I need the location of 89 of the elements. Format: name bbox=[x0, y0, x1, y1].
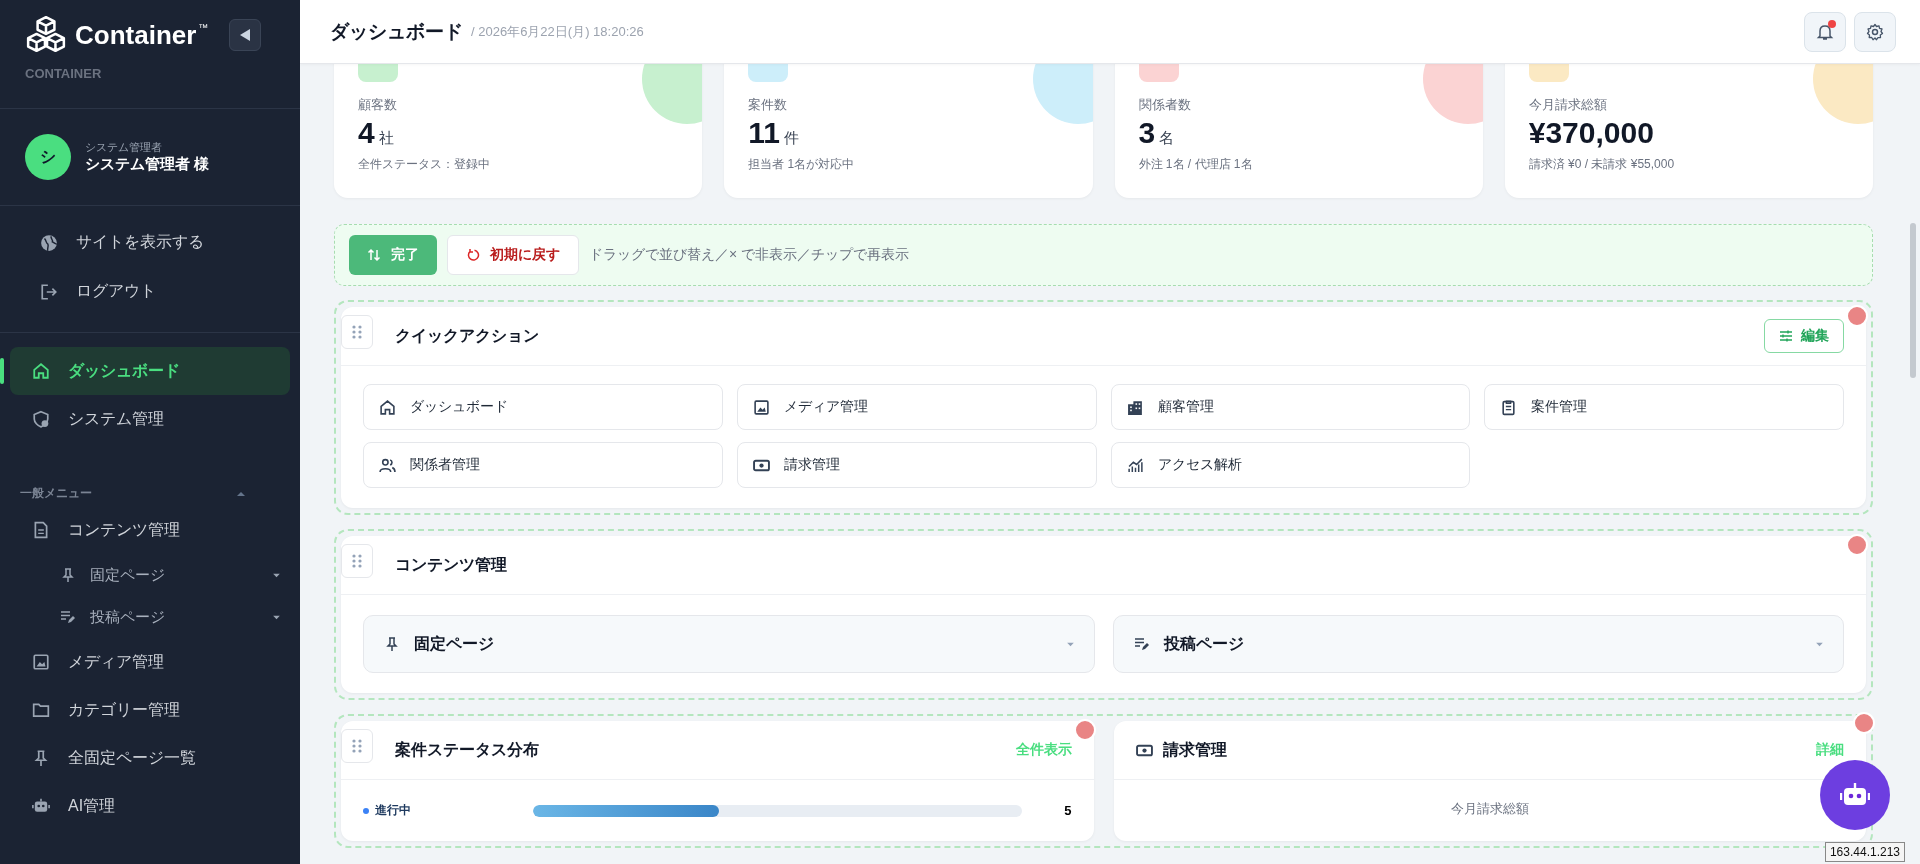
document-icon bbox=[32, 521, 50, 539]
quick-action-button[interactable]: ダッシュボード bbox=[363, 384, 723, 430]
remove-dot[interactable] bbox=[1846, 534, 1868, 556]
triangle-left-icon bbox=[239, 28, 251, 42]
shield-icon bbox=[32, 410, 50, 428]
globe-icon bbox=[40, 233, 58, 252]
chart-icon bbox=[1126, 456, 1144, 474]
card-title: クイックアクション bbox=[395, 325, 539, 346]
nav-item[interactable]: コンテンツ管理 bbox=[10, 506, 290, 554]
logout-icon bbox=[40, 282, 58, 301]
stat-value: ¥370,000 bbox=[1528, 116, 1654, 150]
list-pencil-icon bbox=[60, 609, 76, 625]
image-icon bbox=[752, 398, 770, 416]
remove-dot[interactable] bbox=[1846, 305, 1868, 327]
card-title: 請求管理 bbox=[1162, 739, 1227, 760]
nav-item[interactable]: AI管理 bbox=[10, 782, 290, 830]
quick-action-button[interactable]: 関係者管理 bbox=[363, 442, 723, 488]
status-pill: 進行中 bbox=[363, 802, 513, 819]
status-count: 5 bbox=[1063, 803, 1072, 818]
stat-label: 関係者数 bbox=[1138, 96, 1192, 114]
content-dropdown[interactable]: 投稿ページ bbox=[1112, 615, 1844, 673]
quick-action-button[interactable]: 案件管理 bbox=[1484, 384, 1844, 430]
image-icon bbox=[32, 653, 50, 671]
notification-button[interactable] bbox=[1804, 11, 1846, 52]
stat-value: 11 bbox=[748, 116, 780, 150]
datetime: / 2026年6月22日(月) 18:20:26 bbox=[471, 22, 644, 41]
stat-unit: 件 bbox=[783, 129, 799, 148]
drag-handle[interactable] bbox=[341, 544, 373, 578]
logo-text: Container bbox=[75, 19, 197, 51]
folder-icon bbox=[32, 701, 50, 719]
swap-arrows-icon bbox=[367, 248, 381, 262]
stat-unit: 社 bbox=[378, 129, 394, 148]
quick-action-button[interactable]: アクセス解析 bbox=[1110, 442, 1471, 488]
bell-icon bbox=[1816, 22, 1834, 41]
quick-action-button[interactable]: メディア管理 bbox=[736, 384, 1097, 430]
user-name: システム管理者 様 bbox=[85, 155, 210, 174]
sidebar-link[interactable]: ログアウト bbox=[0, 267, 300, 316]
list-pencil-icon bbox=[1133, 636, 1150, 652]
nav-item[interactable]: 全固定ページ一覧 bbox=[10, 734, 290, 782]
brand-subtitle: CONTAINER bbox=[25, 66, 103, 81]
total-label: 今月請求総額 bbox=[1450, 800, 1529, 818]
quick-action-button[interactable]: 顧客管理 bbox=[1110, 384, 1471, 430]
clipboard-icon bbox=[1500, 398, 1518, 416]
stat-label: 顧客数 bbox=[358, 96, 398, 114]
pin-icon bbox=[384, 636, 400, 652]
stat-note: 担当者 1名が対応中 bbox=[748, 156, 856, 173]
settings-icon bbox=[1866, 22, 1884, 41]
stat-label: 案件数 bbox=[748, 96, 789, 114]
drag-handle[interactable] bbox=[341, 729, 373, 763]
stat-value: 4 bbox=[358, 116, 375, 150]
user-role: システム管理者 bbox=[85, 140, 163, 155]
card-title: 案件ステータス分布 bbox=[395, 739, 539, 760]
scrollbar-thumb[interactable] bbox=[1910, 223, 1916, 378]
page-title: ダッシュボード bbox=[330, 19, 463, 44]
building-icon bbox=[1126, 398, 1144, 416]
settings-button[interactable] bbox=[1854, 11, 1896, 52]
ip-tooltip: 163.44.1.213 bbox=[1824, 842, 1905, 862]
nav-item[interactable]: システム管理 bbox=[10, 395, 290, 443]
avatar: シ bbox=[25, 134, 71, 180]
pin-icon bbox=[60, 567, 76, 583]
card-title: コンテンツ管理 bbox=[395, 554, 507, 575]
home-icon bbox=[32, 362, 50, 380]
reset-button[interactable]: 初期に戻す bbox=[447, 235, 579, 275]
hint-text: ドラッグで並び替え／× で非表示／チップで再表示 bbox=[589, 246, 910, 264]
stat-unit: 名 bbox=[1159, 129, 1175, 148]
stat-label: 今月請求総額 bbox=[1528, 96, 1608, 114]
section-title: 一般メニュー bbox=[20, 485, 92, 502]
collapse-button[interactable] bbox=[229, 19, 261, 51]
stat-note: 請求済 ¥0 / 未請求 ¥55,000 bbox=[1528, 156, 1676, 173]
trademark: ™ bbox=[198, 22, 209, 33]
stat-note: 全件ステータス：登録中 bbox=[358, 156, 491, 173]
quick-action-button[interactable]: 請求管理 bbox=[736, 442, 1097, 488]
stat-value: 3 bbox=[1138, 116, 1156, 150]
refresh-icon bbox=[466, 248, 480, 262]
pin-icon bbox=[32, 749, 50, 767]
sidebar-link[interactable]: サイトを表示する bbox=[0, 218, 300, 267]
people-icon bbox=[379, 456, 396, 474]
nav-subitem[interactable]: 投稿ページ bbox=[0, 596, 300, 638]
drag-handle[interactable] bbox=[341, 315, 373, 349]
robot-icon bbox=[32, 797, 50, 815]
nav-item[interactable]: メディア管理 bbox=[10, 638, 290, 686]
nav-item[interactable]: カテゴリー管理 bbox=[10, 686, 290, 734]
caret-icon[interactable] bbox=[237, 490, 245, 497]
home-icon bbox=[379, 398, 396, 416]
stat-note: 外注 1名 / 代理店 1名 bbox=[1138, 156, 1254, 173]
nav-subitem[interactable]: 固定ページ bbox=[0, 554, 300, 596]
sliders-icon bbox=[1779, 330, 1793, 342]
content-dropdown[interactable]: 固定ページ bbox=[363, 615, 1095, 673]
remove-dot[interactable] bbox=[1853, 712, 1875, 734]
